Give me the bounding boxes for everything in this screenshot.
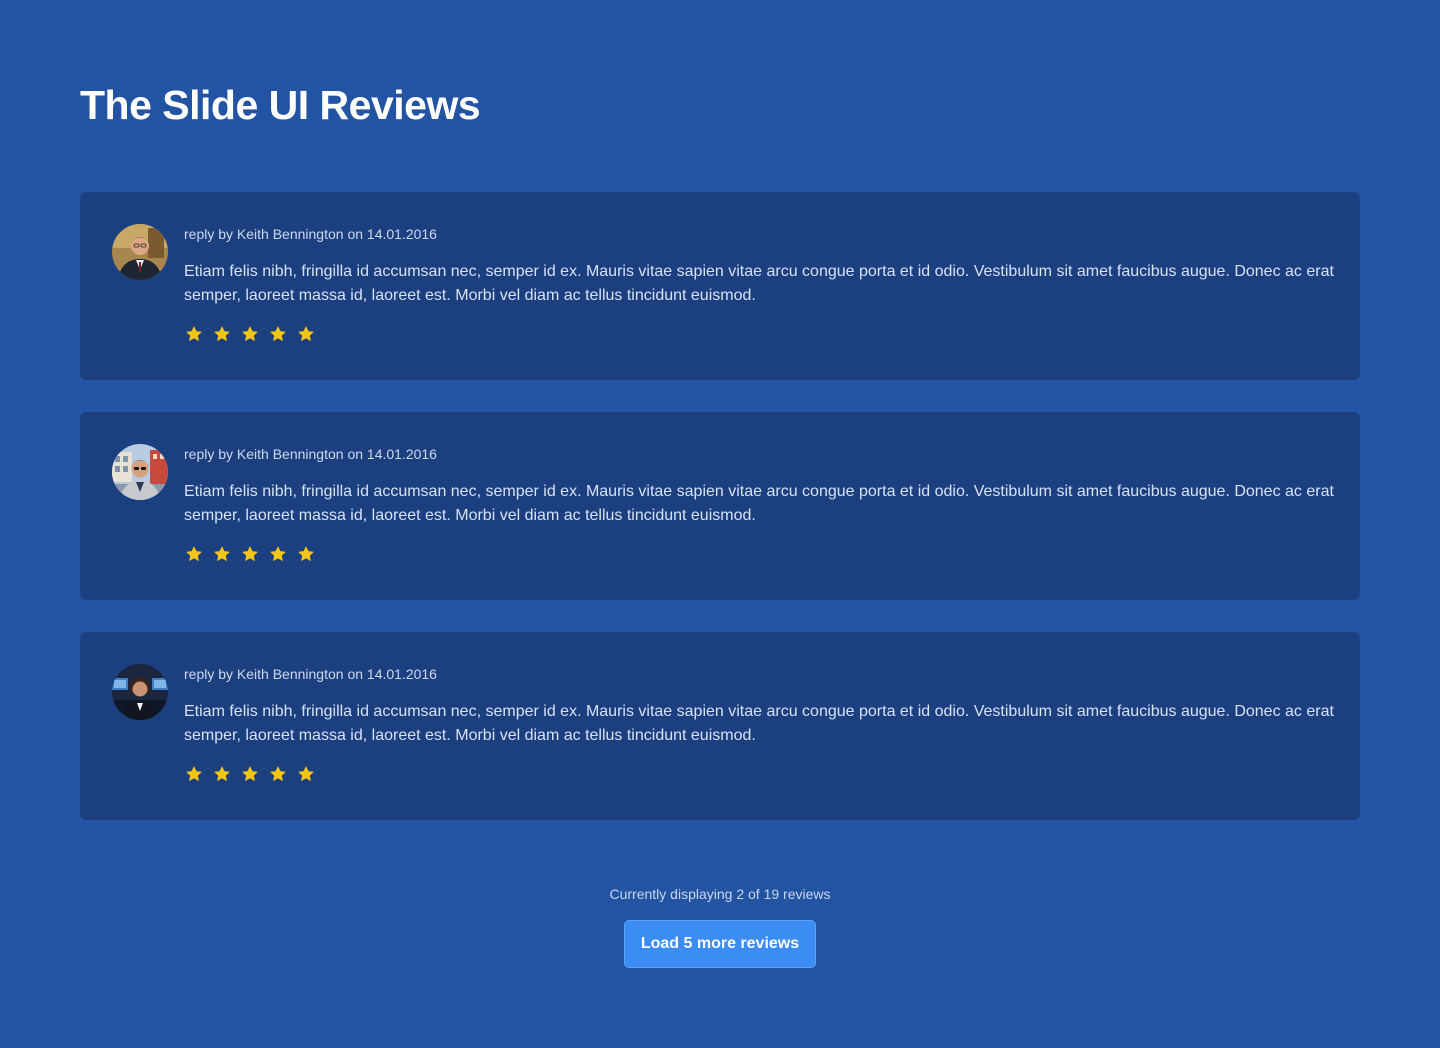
review-meta: reply by Keith Bennington on 14.01.2016 xyxy=(184,226,437,242)
star-icon xyxy=(214,766,230,782)
review-card: reply by Keith Bennington on 14.01.2016 … xyxy=(80,632,1360,820)
star-icon xyxy=(298,766,314,782)
avatar-man-suit-icon xyxy=(112,224,168,280)
review-text: Etiam felis nibh, fringilla id accumsan … xyxy=(184,263,1334,304)
load-more-reviews-button[interactable]: Load 5 more reviews xyxy=(624,920,816,968)
avatar xyxy=(112,444,168,500)
star-icon xyxy=(186,326,202,342)
star-icon xyxy=(270,326,286,342)
star-icon xyxy=(270,546,286,562)
star-rating xyxy=(184,544,316,564)
star-rating xyxy=(184,764,316,784)
avatar xyxy=(112,224,168,280)
star-icon xyxy=(242,766,258,782)
review-card: reply by Keith Bennington on 14.01.2016 … xyxy=(80,412,1360,600)
avatar-woman-office-icon xyxy=(112,664,168,720)
star-icon xyxy=(242,326,258,342)
review-text: Etiam felis nibh, fringilla id accumsan … xyxy=(184,483,1334,524)
star-rating xyxy=(184,324,316,344)
review-meta: reply by Keith Bennington on 14.01.2016 xyxy=(184,666,437,682)
reviews-count-status: Currently displaying 2 of 19 reviews xyxy=(609,886,831,902)
review-text: Etiam felis nibh, fringilla id accumsan … xyxy=(184,703,1334,744)
page-title: The Slide UI Reviews xyxy=(80,82,481,128)
review-meta: reply by Keith Bennington on 14.01.2016 xyxy=(184,446,437,462)
star-icon xyxy=(214,546,230,562)
star-icon xyxy=(186,766,202,782)
review-card: reply by Keith Bennington on 14.01.2016 … xyxy=(80,192,1360,380)
star-icon xyxy=(214,326,230,342)
star-icon xyxy=(186,546,202,562)
avatar xyxy=(112,664,168,720)
star-icon xyxy=(270,766,286,782)
star-icon xyxy=(298,326,314,342)
reviews-list: reply by Keith Bennington on 14.01.2016 … xyxy=(80,192,1360,852)
star-icon xyxy=(242,546,258,562)
star-icon xyxy=(298,546,314,562)
avatar-man-outdoor-icon xyxy=(112,444,168,500)
